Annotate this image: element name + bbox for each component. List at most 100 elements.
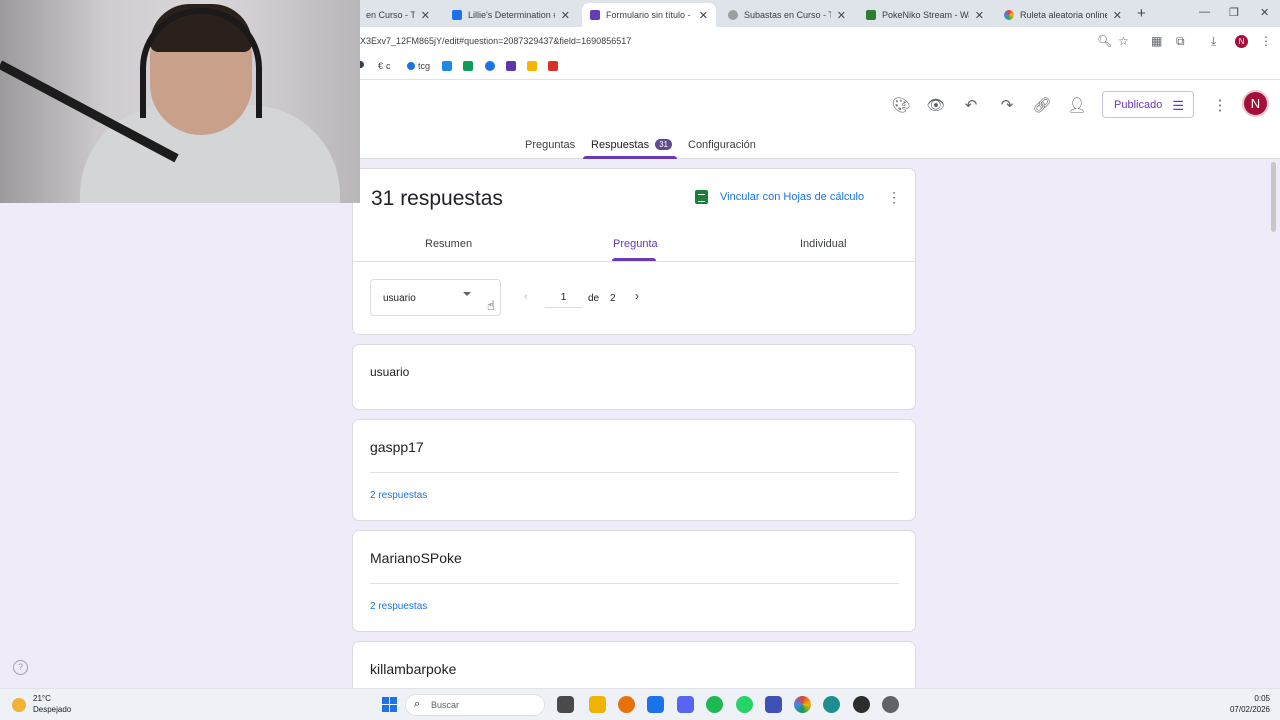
responses-count-badge: 31: [655, 139, 672, 150]
answer-value: MarianoSPoke: [370, 550, 462, 566]
bookmark-item[interactable]: [527, 61, 540, 71]
answer-value: gaspp17: [370, 439, 424, 455]
answer-count-link[interactable]: 2 respuestas: [370, 490, 427, 501]
close-tab-icon[interactable]: ✕: [1113, 9, 1122, 22]
subtab-individual[interactable]: Individual: [800, 238, 846, 250]
palette-icon[interactable]: 🎨︎: [890, 96, 912, 114]
answer-card: gaspp17 2 respuestas: [352, 419, 916, 521]
undo-icon[interactable]: ↶: [960, 96, 982, 114]
minimize-icon[interactable]: —: [1199, 6, 1210, 18]
search-icon: ⌕: [414, 698, 421, 710]
responses-summary-card: 31 respuestas Vincular con Hojas de cálc…: [352, 168, 916, 335]
more-options-icon[interactable]: ⋮: [1209, 96, 1231, 114]
subtab-pregunta[interactable]: Pregunta: [613, 238, 658, 250]
published-button[interactable]: Publicado ☰: [1102, 91, 1194, 118]
bookmark-label: tcg: [418, 61, 431, 71]
close-tab-icon[interactable]: ✕: [561, 9, 570, 22]
browser-tab-2[interactable]: Lillie's Determination #16 ✕: [444, 3, 578, 27]
bookmark-item[interactable]: € c: [378, 61, 391, 71]
bookmark-star-icon[interactable]: ☆: [1118, 34, 1129, 48]
account-avatar[interactable]: N: [1242, 90, 1269, 117]
download-icon[interactable]: ⤓: [1211, 34, 1216, 49]
tab-respuestas-label: Respuestas: [591, 139, 650, 151]
tab-favicon-icon: [728, 10, 738, 20]
browser-menu-icon[interactable]: ⋮: [1260, 34, 1272, 48]
close-tab-icon[interactable]: ✕: [837, 9, 846, 22]
taskbar-app-icon[interactable]: [557, 696, 574, 713]
bookmark-item[interactable]: [506, 61, 519, 71]
active-tab-indicator: [583, 156, 677, 159]
next-question-chevron-icon[interactable]: ›: [635, 289, 639, 303]
settings-gear-icon[interactable]: [882, 696, 899, 713]
question-title: usuario: [370, 365, 410, 379]
browser-tab-5[interactable]: PokeNiko Stream - Watch ✕: [858, 3, 992, 27]
clock-date[interactable]: 07/02/2026: [1218, 705, 1270, 714]
help-icon[interactable]: ?: [13, 660, 28, 675]
obs-icon[interactable]: [853, 696, 870, 713]
spotify-icon[interactable]: [706, 696, 723, 713]
link-icon[interactable]: 🔗︎: [1031, 96, 1053, 114]
file-explorer-icon[interactable]: [589, 696, 606, 713]
taskbar-search[interactable]: ⌕ Buscar: [405, 694, 545, 716]
browser-tab-3-active[interactable]: Formulario sin título - For ✕: [582, 3, 716, 27]
address-bar[interactable]: X3Exv7_12FM865jY/edit#question=208732943…: [360, 36, 631, 46]
close-tab-icon[interactable]: ✕: [421, 9, 430, 22]
tab-preguntas[interactable]: Preguntas: [525, 139, 575, 151]
whatsapp-icon[interactable]: [736, 696, 753, 713]
steam-icon[interactable]: [647, 696, 664, 713]
chrome-icon[interactable]: [794, 696, 811, 713]
bookmark-item[interactable]: [548, 61, 561, 71]
tab-title: Lillie's Determination #16: [468, 10, 555, 20]
close-tab-icon[interactable]: ✕: [975, 9, 984, 22]
tab-favicon-icon: [866, 10, 876, 20]
answer-count-link[interactable]: 2 respuestas: [370, 601, 427, 612]
tab-title: Subastas en Curso - TCGp: [744, 10, 831, 20]
mouse-cursor-icon: ☝︎: [487, 298, 495, 313]
tab-respuestas[interactable]: Respuestas 31: [591, 139, 672, 151]
new-tab-icon[interactable]: +: [1137, 5, 1146, 22]
browser-profile-avatar[interactable]: N: [1235, 35, 1248, 48]
bookmark-item[interactable]: [485, 61, 498, 71]
bookmark-item[interactable]: [442, 61, 455, 71]
extensions-icon[interactable]: ⧉: [1176, 34, 1185, 49]
weather-temperature[interactable]: 21°C: [33, 694, 51, 703]
tab-title: Ruleta aleatoria online -: [1020, 10, 1107, 20]
search-placeholder: Buscar: [431, 700, 460, 710]
tab-favicon-icon: [452, 10, 462, 20]
webcam-overlay: [0, 0, 360, 203]
devtools-icon[interactable]: ▦: [1151, 34, 1162, 48]
clock-time[interactable]: 0:05: [1228, 694, 1270, 703]
page-number-input[interactable]: 1: [545, 286, 582, 308]
windows-start-icon[interactable]: [382, 697, 397, 712]
add-collaborator-icon[interactable]: 👤︎: [1066, 96, 1088, 114]
discord-icon[interactable]: [677, 696, 694, 713]
close-window-icon[interactable]: ✕: [1260, 6, 1269, 19]
answer-value: killambarpoke: [370, 661, 457, 677]
calculator-icon[interactable]: [765, 696, 782, 713]
subtab-resumen[interactable]: Resumen: [425, 238, 472, 250]
dropdown-arrow-icon: [463, 292, 471, 296]
page-scrollbar[interactable]: [1271, 162, 1276, 232]
browser-tab-4[interactable]: Subastas en Curso - TCGp ✕: [720, 3, 854, 27]
responses-more-icon[interactable]: ⋮: [887, 189, 901, 206]
weather-description[interactable]: Despejado: [33, 705, 71, 714]
question-select-dropdown[interactable]: usuario: [370, 279, 501, 316]
browser-app-icon[interactable]: [823, 696, 840, 713]
previous-question-chevron-icon[interactable]: ‹: [524, 291, 528, 303]
tab-configuracion[interactable]: Configuración: [688, 139, 756, 151]
page-of-label: de: [588, 293, 600, 304]
close-tab-icon[interactable]: ✕: [699, 9, 708, 22]
browser-tab-1[interactable]: en Curso - TCGp ✕: [358, 3, 438, 27]
zoom-icon[interactable]: 🔍︎: [1097, 34, 1112, 48]
bookmark-item[interactable]: [463, 61, 476, 71]
copilot-icon[interactable]: [618, 696, 635, 713]
tab-title: en Curso - TCGp: [366, 10, 415, 20]
preview-eye-icon[interactable]: 👁︎: [925, 96, 947, 114]
browser-tab-6[interactable]: Ruleta aleatoria online - ✕: [996, 3, 1130, 27]
divider: [370, 583, 899, 584]
link-sheets-button[interactable]: Vincular con Hojas de cálculo: [720, 191, 864, 203]
redo-icon[interactable]: ↷: [996, 96, 1018, 114]
restore-icon[interactable]: ❐: [1229, 6, 1239, 19]
weather-moon-icon[interactable]: [12, 698, 26, 712]
bookmark-item[interactable]: tcg: [407, 61, 430, 71]
